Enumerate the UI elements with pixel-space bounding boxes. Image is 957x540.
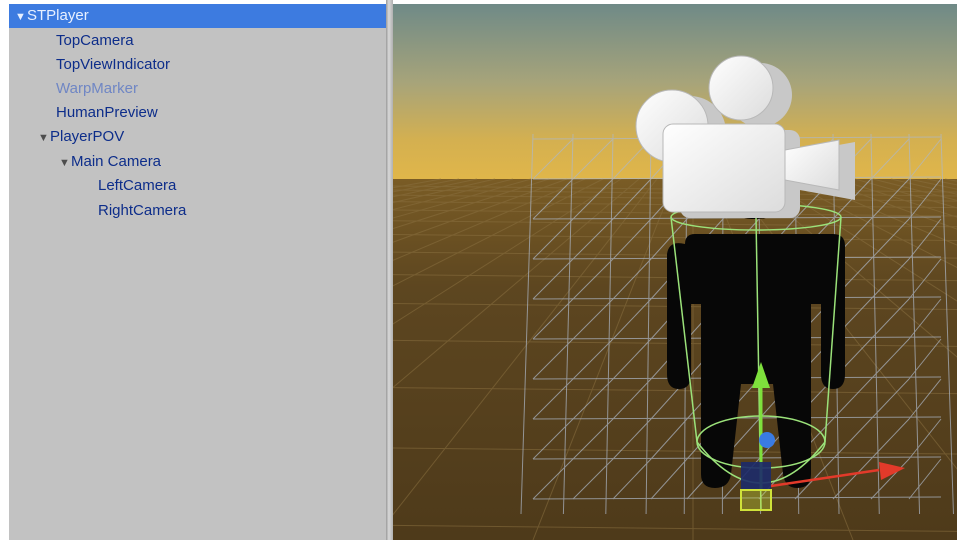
hierarchy-item-rightcamera[interactable]: RightCamera [9,199,386,223]
hierarchy-item-topviewindicator[interactable]: TopViewIndicator [9,53,386,77]
hierarchy-item-label: Main Camera [71,153,162,170]
scene-view[interactable] [393,4,957,540]
hierarchy-item-label: TopCamera [56,32,134,49]
expand-triangle-icon[interactable]: ▼ [15,5,27,29]
hierarchy-item-stplayer[interactable]: ▼STPlayer [9,4,386,28]
hierarchy-panel: ▼STPlayer TopCamera TopViewIndicator War… [9,4,386,540]
hierarchy-item-label: RightCamera [98,202,187,219]
hierarchy-item-label: LeftCamera [98,177,177,194]
hierarchy-item-label: STPlayer [27,7,89,24]
expand-triangle-icon[interactable]: ▼ [59,151,71,175]
scene-canvas[interactable] [393,4,957,540]
hierarchy-item-playerpov[interactable]: ▼PlayerPOV [9,125,386,149]
hierarchy-item-main-camera[interactable]: ▼Main Camera [9,150,386,174]
hierarchy-item-leftcamera[interactable]: LeftCamera [9,174,386,198]
panel-splitter[interactable] [386,0,393,540]
hierarchy-item-label: HumanPreview [56,104,158,121]
hierarchy-item-label: PlayerPOV [50,128,125,145]
hierarchy-item-humanpreview[interactable]: HumanPreview [9,101,386,125]
hierarchy-item-topcamera[interactable]: TopCamera [9,29,386,53]
hierarchy-item-warpmarker[interactable]: WarpMarker [9,77,386,101]
hierarchy-item-label: WarpMarker [56,80,138,97]
expand-triangle-icon[interactable]: ▼ [38,126,50,150]
hierarchy-item-label: TopViewIndicator [56,56,170,73]
